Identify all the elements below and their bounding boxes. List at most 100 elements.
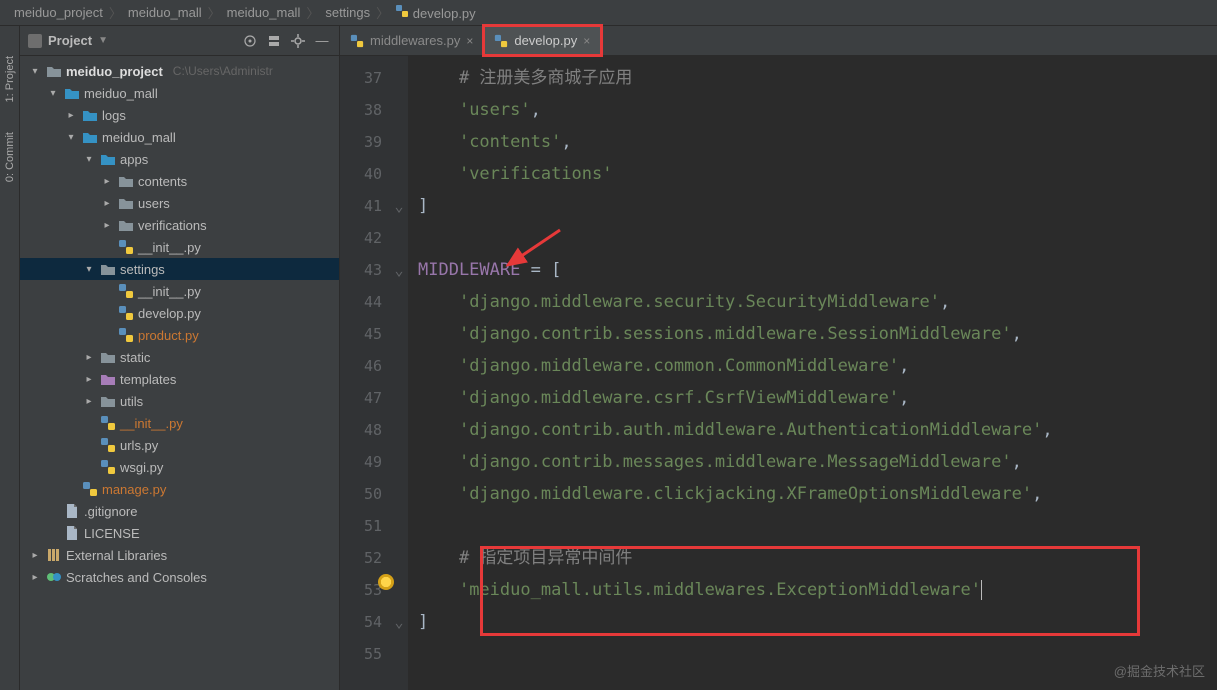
tree-row[interactable]: ▸utils bbox=[20, 390, 339, 412]
chevron-right-icon[interactable]: ▸ bbox=[28, 572, 42, 583]
chevron-right-icon[interactable]: ▸ bbox=[82, 374, 96, 385]
chevron-right-icon[interactable]: ▸ bbox=[28, 550, 42, 561]
project-tree[interactable]: ▾meiduo_projectC:\Users\Administr▾meiduo… bbox=[20, 56, 339, 690]
tree-icon bbox=[118, 239, 134, 255]
code-token: , bbox=[1032, 484, 1042, 504]
code-token: , bbox=[1042, 420, 1052, 440]
fold-marker-icon[interactable]: ⌄ bbox=[390, 190, 408, 222]
chevron-right-icon[interactable]: ▸ bbox=[82, 352, 96, 363]
code-line[interactable]: 'django.middleware.clickjacking.XFrameOp… bbox=[418, 478, 1217, 510]
code-token bbox=[418, 164, 459, 184]
chevron-right-icon[interactable]: ▸ bbox=[82, 396, 96, 407]
chevron-down-icon[interactable]: ▼ bbox=[98, 35, 108, 46]
chevron-right-icon[interactable]: ▸ bbox=[64, 110, 78, 121]
chevron-down-icon[interactable]: ▾ bbox=[82, 154, 96, 165]
tree-row[interactable]: ▸Scratches and Consoles bbox=[20, 566, 339, 588]
code-line[interactable]: 'meiduo_mall.utils.middlewares.Exception… bbox=[418, 574, 1217, 606]
chevron-down-icon[interactable]: ▾ bbox=[82, 264, 96, 275]
hide-button[interactable]: — bbox=[313, 32, 331, 50]
code-line[interactable]: # 指定项目异常中间件 bbox=[418, 542, 1217, 574]
tree-row[interactable]: ·product.py bbox=[20, 324, 339, 346]
breadcrumb-item[interactable]: develop.py bbox=[391, 4, 480, 21]
chevron-right-icon[interactable]: ▸ bbox=[100, 220, 114, 231]
tree-row[interactable]: ·develop.py bbox=[20, 302, 339, 324]
tree-row[interactable]: ·__init__.py bbox=[20, 280, 339, 302]
expand-all-button[interactable] bbox=[265, 32, 283, 50]
tree-row[interactable]: ·.gitignore bbox=[20, 500, 339, 522]
line-number: 54 bbox=[340, 606, 382, 638]
code-line[interactable]: MIDDLEWARE = [ bbox=[418, 254, 1217, 286]
tree-row[interactable]: ▸verifications bbox=[20, 214, 339, 236]
code-token bbox=[418, 548, 459, 568]
fold-marker-icon[interactable]: ⌄ bbox=[390, 606, 408, 638]
code-line[interactable]: 'django.middleware.common.CommonMiddlewa… bbox=[418, 350, 1217, 382]
code-editor[interactable]: # 注册美多商城子应用 'users', 'contents', 'verifi… bbox=[408, 56, 1217, 690]
tree-row[interactable]: ▾settings bbox=[20, 258, 339, 280]
toolwindow-commit-tab[interactable]: 0: Commit bbox=[4, 132, 16, 182]
code-line[interactable]: 'django.contrib.messages.middleware.Mess… bbox=[418, 446, 1217, 478]
tree-row[interactable]: ▸External Libraries bbox=[20, 544, 339, 566]
editor-tab[interactable]: develop.py× bbox=[484, 26, 601, 55]
tree-row[interactable]: ▾apps bbox=[20, 148, 339, 170]
tree-row[interactable]: ▸users bbox=[20, 192, 339, 214]
code-line[interactable]: ] bbox=[418, 606, 1217, 638]
code-view[interactable]: 37383940414243444546474849505152535455 ⌄… bbox=[340, 56, 1217, 690]
line-number: 45 bbox=[340, 318, 382, 350]
close-icon[interactable]: × bbox=[466, 34, 473, 48]
code-line[interactable] bbox=[418, 510, 1217, 542]
locate-button[interactable] bbox=[241, 32, 259, 50]
editor-tabs: middlewares.py×develop.py× bbox=[340, 26, 1217, 56]
tree-icon bbox=[100, 415, 116, 431]
close-icon[interactable]: × bbox=[583, 34, 590, 48]
tree-row[interactable]: ▾meiduo_mall bbox=[20, 126, 339, 148]
tree-label: .gitignore bbox=[84, 504, 137, 519]
breadcrumb-item[interactable]: meiduo_project bbox=[10, 5, 107, 20]
code-line[interactable]: 'django.middleware.csrf.CsrfViewMiddlewa… bbox=[418, 382, 1217, 414]
code-line[interactable] bbox=[418, 222, 1217, 254]
code-line[interactable]: # 注册美多商城子应用 bbox=[418, 62, 1217, 94]
toolwindow-project-tab[interactable]: 1: Project bbox=[4, 56, 16, 102]
tree-row[interactable]: ▸templates bbox=[20, 368, 339, 390]
code-line[interactable] bbox=[418, 638, 1217, 670]
chevron-down-icon[interactable]: ▾ bbox=[46, 88, 60, 99]
editor-tab[interactable]: middlewares.py× bbox=[340, 26, 484, 55]
chevron-down-icon[interactable]: ▾ bbox=[64, 132, 78, 143]
tree-row[interactable]: ▾meiduo_mall bbox=[20, 82, 339, 104]
chevron-down-icon[interactable]: ▾ bbox=[28, 66, 42, 77]
tree-row[interactable]: ·LICENSE bbox=[20, 522, 339, 544]
fold-marker-icon[interactable]: ⌄ bbox=[390, 254, 408, 286]
tree-row[interactable]: ▸logs bbox=[20, 104, 339, 126]
code-line[interactable]: 'django.contrib.auth.middleware.Authenti… bbox=[418, 414, 1217, 446]
intention-bulb-icon[interactable] bbox=[378, 574, 394, 590]
code-token: , bbox=[899, 388, 909, 408]
breadcrumb-item[interactable]: settings bbox=[321, 5, 374, 20]
project-icon bbox=[28, 34, 42, 48]
code-token: ] bbox=[418, 196, 428, 216]
fold-gutter[interactable]: ⌄ ⌄ ⌄ bbox=[390, 56, 408, 690]
folder-icon bbox=[118, 217, 134, 233]
tree-row[interactable]: ▸ static bbox=[20, 346, 339, 368]
tree-icon bbox=[118, 327, 134, 343]
tree-icon bbox=[118, 305, 134, 321]
code-line[interactable]: 'verifications' bbox=[418, 158, 1217, 190]
tree-row[interactable]: ▾meiduo_projectC:\Users\Administr bbox=[20, 60, 339, 82]
code-line[interactable]: 'django.middleware.security.SecurityMidd… bbox=[418, 286, 1217, 318]
chevron-right-icon[interactable]: ▸ bbox=[100, 198, 114, 209]
settings-button[interactable] bbox=[289, 32, 307, 50]
tree-row[interactable]: ▸contents bbox=[20, 170, 339, 192]
breadcrumb-item[interactable]: meiduo_mall bbox=[223, 5, 305, 20]
code-line[interactable]: 'users', bbox=[418, 94, 1217, 126]
tree-row[interactable]: ·__init__.py bbox=[20, 236, 339, 258]
tree-row[interactable]: ·urls.py bbox=[20, 434, 339, 456]
tree-label: static bbox=[120, 350, 150, 365]
tree-row[interactable]: ·__init__.py bbox=[20, 412, 339, 434]
tree-row[interactable]: ·wsgi.py bbox=[20, 456, 339, 478]
breadcrumb-item[interactable]: meiduo_mall bbox=[124, 5, 206, 20]
chevron-right-icon[interactable]: ▸ bbox=[100, 176, 114, 187]
tool-window-bar: 1: Project 0: Commit bbox=[0, 26, 20, 690]
code-line[interactable]: 'contents', bbox=[418, 126, 1217, 158]
code-line[interactable]: 'django.contrib.sessions.middleware.Sess… bbox=[418, 318, 1217, 350]
code-token: 'django.middleware.common.CommonMiddlewa… bbox=[459, 356, 899, 376]
tree-row[interactable]: ·manage.py bbox=[20, 478, 339, 500]
code-line[interactable]: ] bbox=[418, 190, 1217, 222]
